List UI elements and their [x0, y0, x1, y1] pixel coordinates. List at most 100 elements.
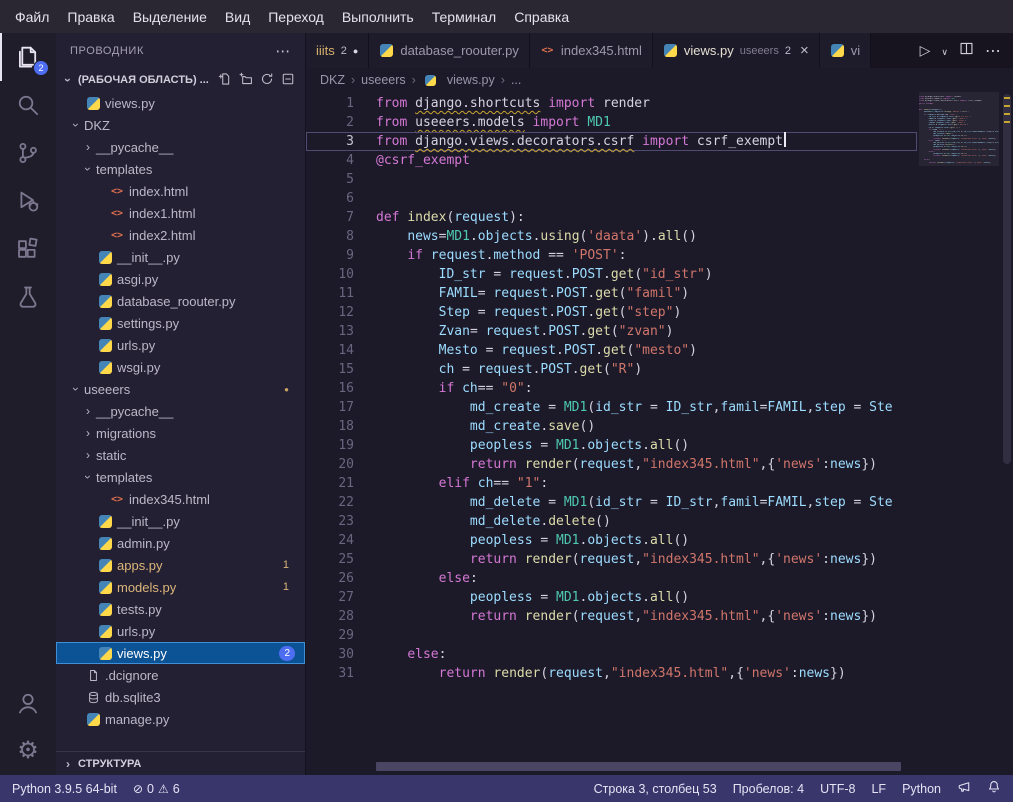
breadcrumb-useeers[interactable]: useeers — [361, 73, 405, 87]
vertical-scrollbar-thumb[interactable] — [1003, 94, 1011, 464]
breadcrumb-dkz[interactable]: DKZ — [320, 73, 345, 87]
code-line-31[interactable]: 31 return render(request,"index345.html"… — [306, 664, 917, 683]
tree-item-manage-py[interactable]: manage.py — [56, 708, 305, 730]
code-line-11[interactable]: 11 FAMIL= request.POST.get("famil") — [306, 284, 917, 303]
activity-settings-icon[interactable]: ⚙ — [0, 727, 56, 775]
code-line-23[interactable]: 23 md_delete.delete() — [306, 512, 917, 531]
new-file-icon[interactable] — [218, 72, 232, 89]
code-line-20[interactable]: 20 return render(request,"index345.html"… — [306, 455, 917, 474]
line-number[interactable]: 27 — [306, 588, 354, 607]
line-number[interactable]: 13 — [306, 322, 354, 341]
line-number[interactable]: 20 — [306, 455, 354, 474]
line-number[interactable]: 22 — [306, 493, 354, 512]
code-editor[interactable]: 1from django.shortcuts import render2fro… — [306, 92, 1013, 775]
code-line-3[interactable]: 3from django.views.decorators.csrf impor… — [306, 132, 917, 151]
code-line-12[interactable]: 12 Step = request.POST.get("step") — [306, 303, 917, 322]
code-line-18[interactable]: 18 md_create.save() — [306, 417, 917, 436]
status-encoding[interactable]: UTF-8 — [812, 775, 863, 802]
new-folder-icon[interactable] — [239, 72, 253, 89]
code-line-14[interactable]: 14 Mesto = request.POST.get("mesto") — [306, 341, 917, 360]
breadcrumb-views-py[interactable]: views.py — [422, 73, 495, 87]
workspace-section-header[interactable]: › (РАБОЧАЯ ОБЛАСТЬ) ... — [56, 68, 305, 92]
activity-run-debug-icon[interactable] — [0, 177, 56, 225]
line-number[interactable]: 8 — [306, 227, 354, 246]
line-number[interactable]: 12 — [306, 303, 354, 322]
tree-item-pycache[interactable]: ›__pycache__ — [56, 136, 305, 158]
tree-item-dcignore[interactable]: .dcignore — [56, 664, 305, 686]
status-notifications[interactable] — [979, 775, 1009, 802]
status-cursor-position[interactable]: Строка 3, столбец 53 — [586, 775, 725, 802]
line-number[interactable]: 29 — [306, 626, 354, 645]
line-number[interactable]: 19 — [306, 436, 354, 455]
line-number[interactable]: 11 — [306, 284, 354, 303]
line-number[interactable]: 4 — [306, 151, 354, 170]
code-line-26[interactable]: 26 else: — [306, 569, 917, 588]
tree-item-templates[interactable]: ›templates — [56, 466, 305, 488]
code-line-28[interactable]: 28 return render(request,"index345.html"… — [306, 607, 917, 626]
line-number[interactable]: 25 — [306, 550, 354, 569]
code-line-24[interactable]: 24 peopless = MD1.objects.all() — [306, 531, 917, 550]
status-problems[interactable]: ⊘0⚠6 — [125, 775, 188, 802]
menu-выделение[interactable]: Выделение — [124, 0, 216, 33]
tree-item-useeers[interactable]: ›useeers● — [56, 378, 305, 400]
tree-item-index1-html[interactable]: <>index1.html — [56, 202, 305, 224]
menu-файл[interactable]: Файл — [6, 0, 58, 33]
minimap[interactable]: from django.shortcuts import renderfrom … — [919, 92, 999, 775]
tree-item-asgi-py[interactable]: asgi.py — [56, 268, 305, 290]
tree-item-views-py[interactable]: views.py — [56, 92, 305, 114]
line-number[interactable]: 6 — [306, 189, 354, 208]
code-line-1[interactable]: 1from django.shortcuts import render — [306, 94, 917, 113]
menu-справка[interactable]: Справка — [505, 0, 578, 33]
activity-extensions-icon[interactable] — [0, 225, 56, 273]
code-line-16[interactable]: 16 if ch== "0": — [306, 379, 917, 398]
tree-item-init-py[interactable]: __init__.py — [56, 246, 305, 268]
menu-выполнить[interactable]: Выполнить — [333, 0, 423, 33]
status-indentation[interactable]: Пробелов: 4 — [725, 775, 812, 802]
tree-item-tests-py[interactable]: tests.py — [56, 598, 305, 620]
line-number[interactable]: 7 — [306, 208, 354, 227]
status-feedback[interactable] — [949, 775, 979, 802]
menu-правка[interactable]: Правка — [58, 0, 123, 33]
line-number[interactable]: 24 — [306, 531, 354, 550]
run-icon[interactable]: ▷ — [920, 42, 931, 60]
tree-item-static[interactable]: ›static — [56, 444, 305, 466]
code-line-13[interactable]: 13 Zvan= request.POST.get("zvan") — [306, 322, 917, 341]
tree-item-wsgi-py[interactable]: wsgi.py — [56, 356, 305, 378]
line-number[interactable]: 30 — [306, 645, 354, 664]
menu-терминал[interactable]: Терминал — [423, 0, 505, 33]
code-line-7[interactable]: 7def index(request): — [306, 208, 917, 227]
line-number[interactable]: 18 — [306, 417, 354, 436]
code-line-10[interactable]: 10 ID_str = request.POST.get("id_str") — [306, 265, 917, 284]
tree-item-apps-py[interactable]: apps.py1 — [56, 554, 305, 576]
line-number[interactable]: 26 — [306, 569, 354, 588]
tab-views-py[interactable]: views.pyuseeers2× — [653, 33, 820, 68]
line-number[interactable]: 28 — [306, 607, 354, 626]
collapse-icon[interactable] — [281, 72, 295, 89]
line-number[interactable]: 9 — [306, 246, 354, 265]
tree-item-index2-html[interactable]: <>index2.html — [56, 224, 305, 246]
code-line-29[interactable]: 29 — [306, 626, 917, 645]
code-line-5[interactable]: 5 — [306, 170, 917, 189]
line-number[interactable]: 16 — [306, 379, 354, 398]
status-python-interpreter[interactable]: Python 3.9.5 64-bit — [4, 775, 125, 802]
horizontal-scrollbar[interactable] — [376, 762, 901, 771]
tree-item-urls-py[interactable]: urls.py — [56, 620, 305, 642]
tree-item-dkz[interactable]: ›DKZ — [56, 114, 305, 136]
activity-testing-icon[interactable] — [0, 273, 56, 321]
vertical-scrollbar[interactable] — [1001, 92, 1013, 775]
split-editor-icon[interactable] — [959, 41, 974, 61]
outline-section-header[interactable]: › СТРУКТУРА — [56, 751, 305, 775]
status-language-mode[interactable]: Python — [894, 775, 949, 802]
line-number[interactable]: 10 — [306, 265, 354, 284]
line-number[interactable]: 15 — [306, 360, 354, 379]
breadcrumb-item[interactable]: ... — [511, 73, 521, 87]
activity-account-icon[interactable] — [0, 679, 56, 727]
tree-item-migrations[interactable]: ›migrations — [56, 422, 305, 444]
tree-item-init-py[interactable]: __init__.py — [56, 510, 305, 532]
code-line-17[interactable]: 17 md_create = MD1(id_str = ID_str,famil… — [306, 398, 917, 417]
code-line-19[interactable]: 19 peopless = MD1.objects.all() — [306, 436, 917, 455]
tree-item-pycache[interactable]: ›__pycache__ — [56, 400, 305, 422]
tree-item-models-py[interactable]: models.py1 — [56, 576, 305, 598]
code-line-8[interactable]: 8 news=MD1.objects.using('daata').all() — [306, 227, 917, 246]
tree-item-views-py[interactable]: views.py2 — [56, 642, 305, 664]
